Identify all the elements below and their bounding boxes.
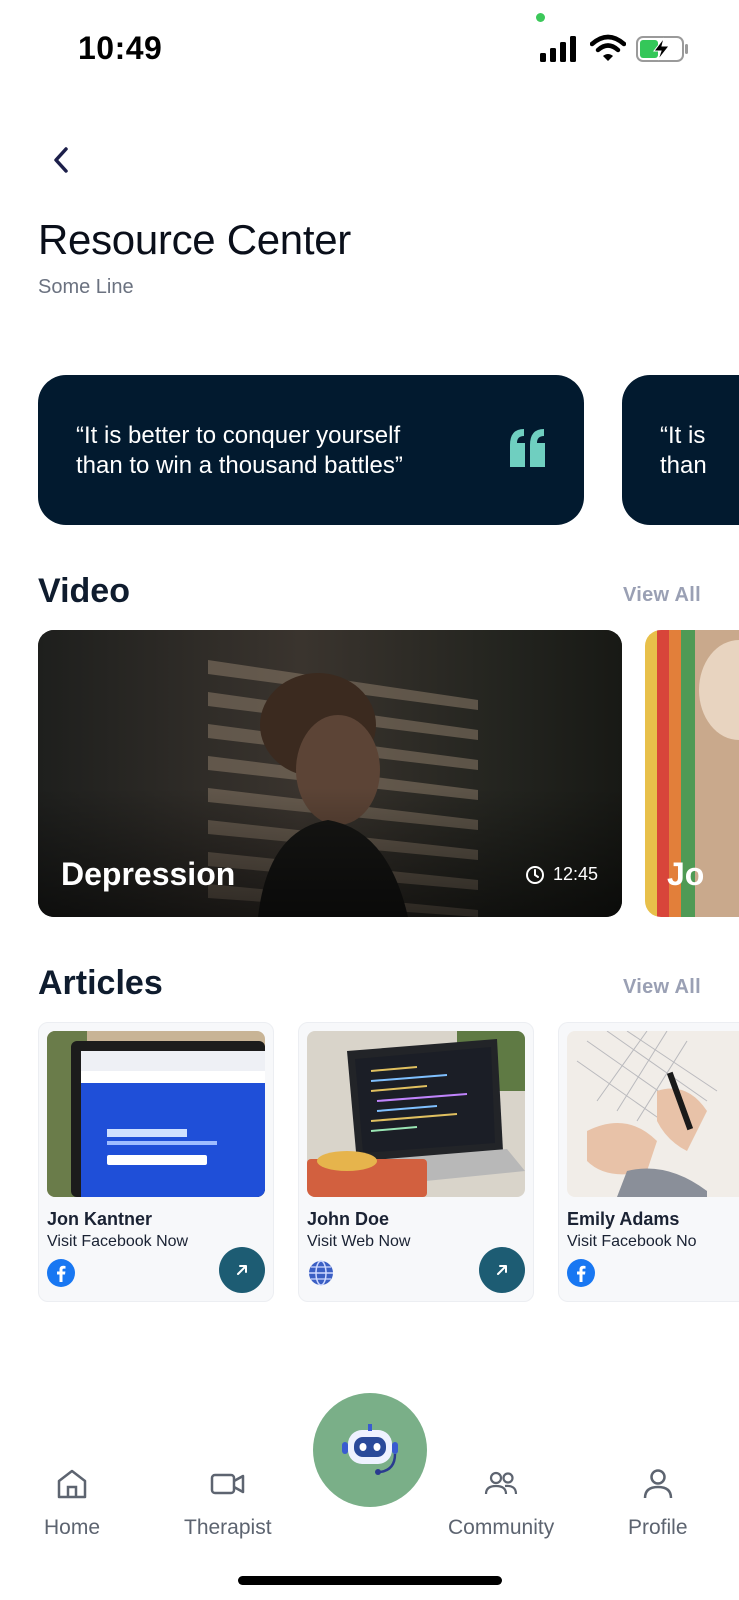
- nav-label: Home: [44, 1516, 101, 1539]
- nav-label: Community: [448, 1516, 555, 1539]
- nav-item-profile[interactable]: Profile: [628, 1466, 688, 1540]
- open-article-button[interactable]: [479, 1247, 525, 1293]
- article-author: Jon Kantner: [47, 1209, 153, 1229]
- article-card[interactable]: John Doe Visit Web Now: [298, 1022, 534, 1302]
- article-link-text: Visit Facebook No: [567, 1233, 697, 1250]
- home-indicator: [238, 1576, 502, 1585]
- wifi-icon: [590, 34, 626, 61]
- quote-card[interactable]: “It is better to conquer yourself than t…: [38, 375, 584, 525]
- nav-label: Profile: [628, 1516, 688, 1539]
- video-duration: 12:45: [525, 864, 598, 885]
- status-bar: 10:49: [0, 0, 739, 100]
- home-icon: [57, 1469, 87, 1499]
- cellular-signal-icon: [540, 36, 576, 62]
- quote-mark-icon: [510, 429, 545, 467]
- nav-item-therapist[interactable]: Therapist: [184, 1466, 272, 1540]
- quote-text: “It is than: [660, 421, 739, 481]
- clock-icon: [525, 865, 544, 884]
- facebook-icon: [567, 1259, 595, 1287]
- video-view-all-link[interactable]: View All: [623, 584, 701, 607]
- video-card[interactable]: Depression 12:45: [38, 630, 622, 917]
- status-time: 10:49: [78, 30, 163, 66]
- open-article-button[interactable]: [219, 1247, 265, 1293]
- nav-item-home[interactable]: Home: [44, 1466, 100, 1540]
- video-duration-text: 12:45: [552, 864, 598, 884]
- article-card[interactable]: Emily Adams Visit Facebook No: [558, 1022, 739, 1302]
- article-link-text: Visit Web Now: [307, 1233, 411, 1250]
- quote-line: than: [660, 452, 707, 479]
- chatbot-button[interactable]: [313, 1393, 427, 1507]
- articles-section-title: Articles: [38, 964, 163, 1002]
- quote-line: “It is better to conquer yourself: [76, 422, 401, 449]
- article-link-text: Visit Facebook Now: [47, 1233, 189, 1250]
- chevron-left-icon: [54, 147, 68, 173]
- video-section-title: Video: [38, 572, 130, 610]
- nav-label: Therapist: [184, 1516, 272, 1539]
- privacy-indicator-dot: [536, 13, 545, 22]
- quote-line: than to win a thousand battles”: [76, 452, 403, 479]
- people-icon: [484, 1471, 518, 1495]
- arrow-up-right-icon: [497, 1265, 507, 1275]
- quote-card[interactable]: “It is than: [622, 375, 739, 525]
- article-image: [307, 1031, 525, 1197]
- back-button[interactable]: [44, 140, 78, 180]
- article-author: Emily Adams: [567, 1209, 680, 1229]
- person-icon: [643, 1469, 673, 1499]
- article-image: [47, 1031, 265, 1197]
- article-author: John Doe: [307, 1209, 390, 1229]
- page-subtitle: Some Line: [38, 276, 134, 298]
- battery-charging-icon: [636, 36, 688, 62]
- page-title: Resource Center: [38, 216, 351, 263]
- video-camera-icon: [210, 1473, 245, 1495]
- quote-text: “It is better to conquer yourself than t…: [76, 421, 496, 481]
- video-card[interactable]: Jo: [645, 630, 739, 917]
- nav-item-community[interactable]: Community: [448, 1466, 554, 1540]
- facebook-icon: [47, 1259, 75, 1287]
- article-image: [567, 1031, 739, 1197]
- articles-view-all-link[interactable]: View All: [623, 976, 701, 999]
- article-card[interactable]: Jon Kantner Visit Facebook Now: [38, 1022, 274, 1302]
- quote-line: “It is: [660, 422, 706, 449]
- video-title: Jo: [667, 856, 705, 892]
- chatbot-icon: [342, 1424, 398, 1475]
- globe-icon: [309, 1260, 333, 1286]
- arrow-up-right-icon: [237, 1265, 247, 1275]
- video-title: Depression: [61, 856, 236, 892]
